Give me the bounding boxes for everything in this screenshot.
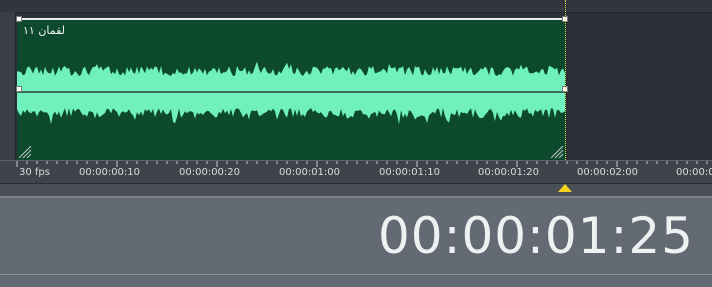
- current-timecode-display: 00:00:01:25: [377, 207, 694, 265]
- waveform-shape: [17, 61, 565, 125]
- playhead-line: [565, 0, 566, 172]
- track-left-gutter: [0, 12, 16, 160]
- playhead-marker-icon[interactable]: [558, 184, 572, 192]
- ruler-tick-label: 00:00:00:20: [179, 167, 241, 178]
- audio-waveform: [17, 61, 566, 125]
- clip-start-top-handle[interactable]: [16, 16, 22, 22]
- ruler-tick-label: 00:00:01:10: [379, 167, 441, 178]
- ruler-tick-label: 00:00:0: [676, 167, 712, 178]
- ruler-tick-label: 00:00:02:00: [577, 167, 639, 178]
- clip-resize-grip-right-icon[interactable]: [551, 146, 565, 158]
- track-header-strip: [0, 0, 712, 13]
- ruler-tick-label: 00:00:01:00: [279, 167, 341, 178]
- time-ruler[interactable]: 30 fps 00:00:00:10 00:00:00:20 00:00:01:…: [0, 160, 712, 184]
- clip-resize-grip-left-icon[interactable]: [19, 146, 33, 158]
- audio-clip[interactable]: لقمان ۱۱: [17, 18, 566, 160]
- clip-label: لقمان ۱۱: [23, 24, 66, 37]
- ruler-tick-label: 00:00:01:20: [478, 167, 540, 178]
- volume-start-handle[interactable]: [16, 86, 22, 92]
- ruler-tick-label: 00:00:00:10: [79, 167, 141, 178]
- timeline-track-area[interactable]: لقمان ۱۱: [0, 0, 712, 160]
- fps-label: 30 fps: [19, 167, 50, 178]
- panel-divider: [0, 274, 712, 275]
